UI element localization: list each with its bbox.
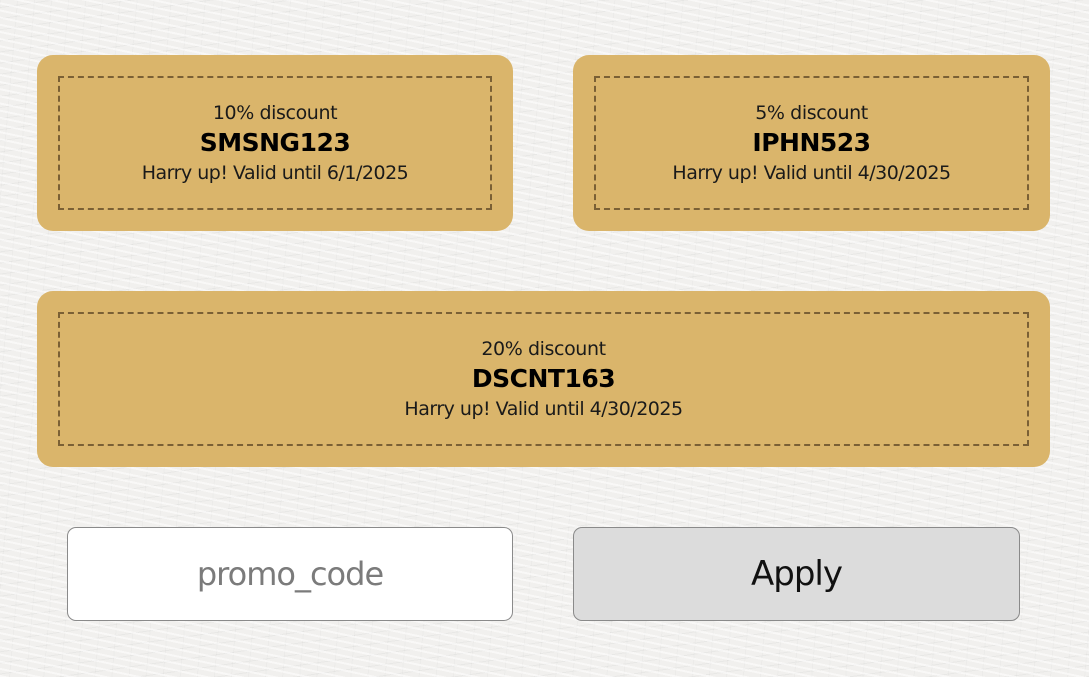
- coupon-card: 10% discount SMSNG123 Harry up! Valid un…: [37, 55, 513, 231]
- coupon-dashed-frame: 5% discount IPHN523 Harry up! Valid unti…: [594, 76, 1029, 210]
- coupon-dashed-frame: 10% discount SMSNG123 Harry up! Valid un…: [58, 76, 492, 210]
- coupon-code: SMSNG123: [199, 128, 351, 157]
- coupon-validity: Harry up! Valid until 6/1/2025: [141, 162, 409, 184]
- coupon-discount: 20% discount: [481, 338, 606, 360]
- apply-button[interactable]: Apply: [573, 527, 1020, 621]
- coupon-validity: Harry up! Valid until 4/30/2025: [404, 398, 683, 420]
- promo-code-input[interactable]: [67, 527, 513, 621]
- coupon-dashed-frame: 20% discount DSCNT163 Harry up! Valid un…: [58, 312, 1029, 446]
- coupon-validity: Harry up! Valid until 4/30/2025: [672, 162, 951, 184]
- coupon-discount: 5% discount: [755, 102, 868, 124]
- coupon-discount: 10% discount: [212, 102, 338, 124]
- coupon-code: DSCNT163: [471, 364, 616, 393]
- coupon-card: 20% discount DSCNT163 Harry up! Valid un…: [37, 291, 1050, 467]
- coupon-card: 5% discount IPHN523 Harry up! Valid unti…: [573, 55, 1050, 231]
- coupon-code: IPHN523: [752, 128, 871, 157]
